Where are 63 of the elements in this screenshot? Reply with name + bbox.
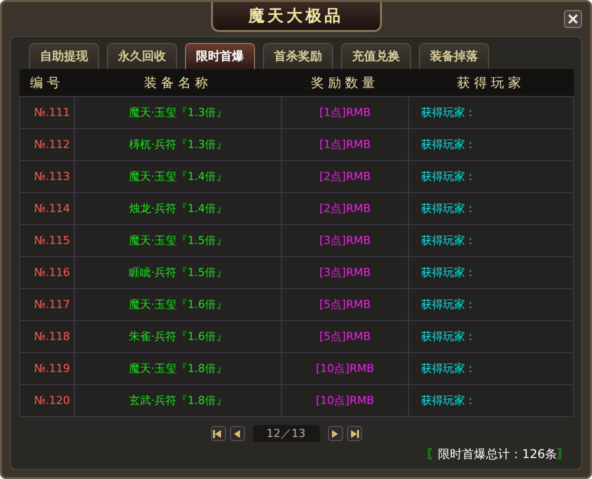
column-header: 编号 xyxy=(20,69,74,96)
table-cell: №.117 xyxy=(20,288,74,320)
table-cell: №.119 xyxy=(20,352,74,384)
column-header: 奖励数量 xyxy=(282,69,408,96)
last-page-button[interactable] xyxy=(346,426,362,441)
table-cell: 获得玩家： xyxy=(408,384,574,416)
table-cell: [10点]RMB xyxy=(282,384,408,416)
table-cell: №.116 xyxy=(20,256,74,288)
first-page-button[interactable] xyxy=(210,426,226,441)
summary-text: 限时首爆总计：126条 xyxy=(438,446,557,463)
table-cell: 魔天·玉玺『1.4倍』 xyxy=(74,160,282,192)
table-cell: 获得玩家： xyxy=(408,256,574,288)
table-cell: 获得玩家： xyxy=(408,128,574,160)
previous-page-button[interactable] xyxy=(230,426,244,441)
table-cell: 魔天·玉玺『1.5倍』 xyxy=(74,224,282,256)
table-cell: [1点]RMB xyxy=(282,96,408,128)
table-cell: 梼杌·兵符『1.3倍』 xyxy=(74,128,282,160)
table-cell: [2点]RMB xyxy=(282,192,408,224)
tab[interactable]: 首杀奖励 xyxy=(263,43,333,69)
table-cell: [1点]RMB xyxy=(282,128,408,160)
table-cell: [2点]RMB xyxy=(282,160,408,192)
table-cell: 烛龙·兵符『1.4倍』 xyxy=(74,192,282,224)
table-cell: 魔天·玉玺『1.3倍』 xyxy=(74,96,282,128)
column-header: 获得玩家 xyxy=(408,69,574,96)
table-cell: 获得玩家： xyxy=(408,160,574,192)
table-cell: №.111 xyxy=(20,96,74,128)
table-cell: [3点]RMB xyxy=(282,256,408,288)
table-cell: №.112 xyxy=(20,128,74,160)
tab[interactable]: 装备掉落 xyxy=(419,43,489,69)
table-cell: 获得玩家： xyxy=(408,224,574,256)
bracket: 〗 xyxy=(557,446,569,463)
column-header: 装备名称 xyxy=(74,69,282,96)
page-indicator: 12／13 xyxy=(252,425,320,442)
table-cell: №.114 xyxy=(20,192,74,224)
table-cell: [5点]RMB xyxy=(282,320,408,352)
table-cell: №.118 xyxy=(20,320,74,352)
table-cell: 获得玩家： xyxy=(408,192,574,224)
close-icon xyxy=(567,13,579,25)
tab[interactable]: 永久回收 xyxy=(107,43,177,69)
window-title: 魔天大极品 xyxy=(210,2,382,32)
tab[interactable]: 限时首爆 xyxy=(185,43,255,69)
table-cell: №.120 xyxy=(20,384,74,416)
close-button[interactable] xyxy=(564,10,582,28)
left-arrow-icon xyxy=(212,428,224,440)
table-cell: 获得玩家： xyxy=(408,288,574,320)
table-cell: 魔天·玉玺『1.8倍』 xyxy=(74,352,282,384)
table-cell: №.113 xyxy=(20,160,74,192)
table-cell: [5点]RMB xyxy=(282,288,408,320)
right-arrow-icon xyxy=(348,428,360,440)
table-cell: 朱雀·兵符『1.6倍』 xyxy=(74,320,282,352)
table-cell: 获得玩家： xyxy=(408,96,574,128)
table-cell: 获得玩家： xyxy=(408,320,574,352)
next-page-button[interactable] xyxy=(328,426,342,441)
tab[interactable]: 充值兑换 xyxy=(341,43,411,69)
table-cell: 获得玩家： xyxy=(408,352,574,384)
table-cell: 玄武·兵符『1.8倍』 xyxy=(74,384,282,416)
tab[interactable]: 自助提现 xyxy=(29,43,99,69)
table-cell: [3点]RMB xyxy=(282,224,408,256)
bracket: 〖 xyxy=(426,446,438,463)
table-cell: №.115 xyxy=(20,224,74,256)
table-cell: [10点]RMB xyxy=(282,352,408,384)
table-cell: 睚眦·兵符『1.5倍』 xyxy=(74,256,282,288)
table-cell: 魔天·玉玺『1.6倍』 xyxy=(74,288,282,320)
